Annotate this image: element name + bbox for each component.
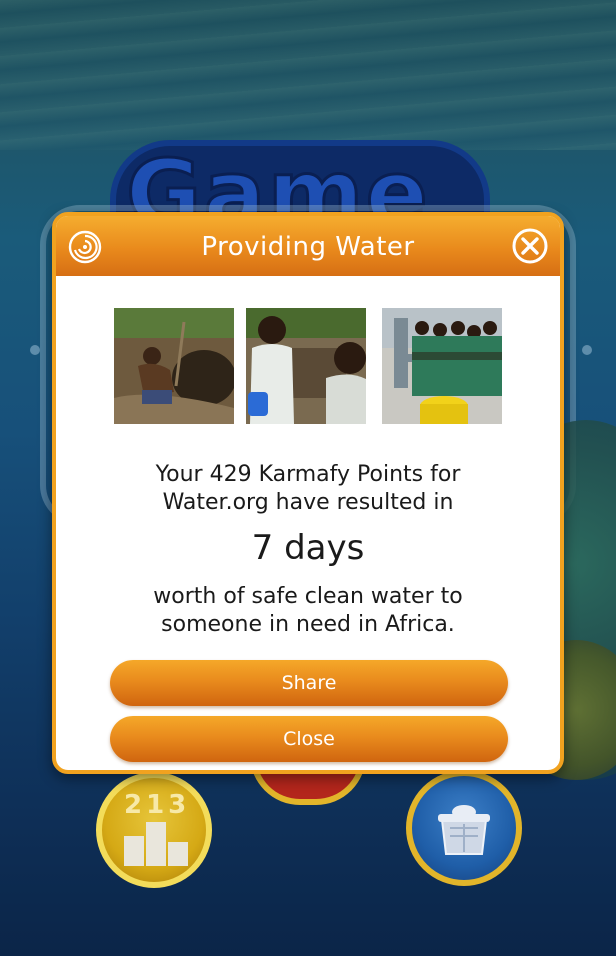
swirl-icon: [68, 230, 102, 264]
game-screen: Game 213 Providing Water Your 429 Karmaf…: [0, 0, 616, 956]
bubble: [30, 345, 40, 355]
message-line-4: someone in need in Africa.: [161, 612, 455, 637]
close-icon[interactable]: [512, 228, 548, 264]
message-line-1: Your 429 Karmafy Points for: [155, 462, 461, 487]
photo-water-pump: [382, 308, 502, 424]
message-line-2: Water.org have resulted in: [162, 490, 454, 515]
store-icon: [438, 805, 490, 855]
days-highlight: 7 days: [251, 528, 365, 568]
water-surface: [0, 0, 616, 150]
leaderboard-button[interactable]: 213: [96, 772, 212, 888]
dialog-title: Providing Water: [201, 232, 415, 262]
share-button[interactable]: Share: [110, 660, 508, 706]
providing-water-dialog: Providing Water Your 429 Karmafy Points …: [52, 212, 564, 774]
leaderboard-digits: 213: [124, 790, 191, 820]
photo-smiling-children: [246, 308, 366, 424]
photo-well-digging: [114, 308, 234, 424]
close-button[interactable]: Close: [110, 716, 508, 762]
bubble: [582, 345, 592, 355]
store-button[interactable]: [406, 770, 522, 886]
message-line-3: worth of safe clean water to: [153, 584, 463, 609]
